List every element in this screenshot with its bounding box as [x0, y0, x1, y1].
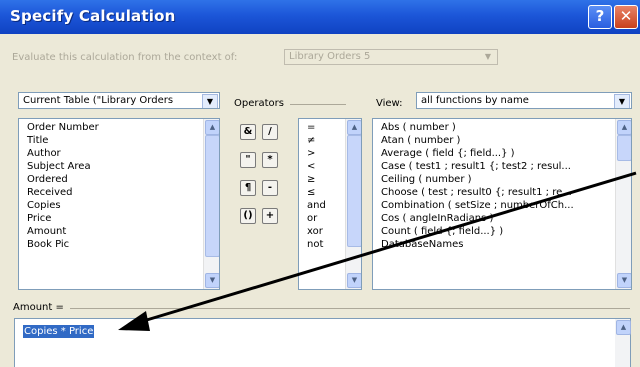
- scroll-up-icon[interactable]: ▲: [347, 120, 361, 135]
- list-item[interactable]: Average ( field {; field...} ): [373, 147, 615, 160]
- scroll-down-icon[interactable]: ▼: [205, 273, 219, 288]
- close-button[interactable]: ✕: [614, 5, 638, 29]
- help-button[interactable]: ?: [588, 5, 612, 29]
- operators-divider: [290, 104, 346, 105]
- context-label: Evaluate this calculation from the conte…: [12, 52, 238, 63]
- list-item[interactable]: Order Number: [19, 121, 203, 134]
- chevron-down-icon[interactable]: ▼: [614, 94, 630, 108]
- scroll-down-icon[interactable]: ▼: [347, 273, 361, 288]
- operator-add-button[interactable]: +: [262, 208, 278, 224]
- list-item[interactable]: Copies: [19, 199, 203, 212]
- formula-label: Amount =: [13, 302, 64, 313]
- functions-scrollbar[interactable]: ▲ ▼: [615, 119, 631, 289]
- list-item[interactable]: ≤: [299, 186, 345, 199]
- operators-list[interactable]: = ≠ > < ≥ ≤ and or xor not ▲ ▼: [298, 118, 362, 290]
- context-row: Evaluate this calculation from the conte…: [12, 49, 498, 65]
- formula-textarea[interactable]: Copies * Price ▲: [14, 318, 631, 367]
- scroll-up-icon[interactable]: ▲: [205, 120, 219, 135]
- list-item[interactable]: <: [299, 160, 345, 173]
- list-item[interactable]: Atan ( number ): [373, 134, 615, 147]
- list-item[interactable]: >: [299, 147, 345, 160]
- context-select: Library Orders 5 ▼: [284, 49, 498, 65]
- operator-quote-button[interactable]: ": [240, 152, 256, 168]
- list-item[interactable]: Case ( test1 ; result1 {; test2 ; resul.…: [373, 160, 615, 173]
- list-item[interactable]: not: [299, 238, 345, 251]
- list-item[interactable]: Amount: [19, 225, 203, 238]
- title-bar[interactable]: Specify Calculation ? ✕: [0, 0, 640, 34]
- chevron-down-icon[interactable]: ▼: [202, 94, 218, 108]
- list-item[interactable]: Price: [19, 212, 203, 225]
- list-item[interactable]: Cos ( angleInRadians ): [373, 212, 615, 225]
- context-select-value: Library Orders 5: [289, 51, 371, 62]
- list-item[interactable]: Abs ( number ): [373, 121, 615, 134]
- list-item[interactable]: Book Pic: [19, 238, 203, 251]
- scroll-thumb[interactable]: [205, 135, 219, 257]
- formula-divider: [70, 308, 630, 309]
- list-item[interactable]: Author: [19, 147, 203, 160]
- functions-list[interactable]: Abs ( number ) Atan ( number ) Average (…: [372, 118, 632, 290]
- list-item[interactable]: Ordered: [19, 173, 203, 186]
- list-item[interactable]: Received: [19, 186, 203, 199]
- list-item[interactable]: Ceiling ( number ): [373, 173, 615, 186]
- list-item[interactable]: Title: [19, 134, 203, 147]
- operator-subtract-button[interactable]: -: [262, 180, 278, 196]
- list-item[interactable]: or: [299, 212, 345, 225]
- operator-parens-button[interactable]: (): [240, 208, 256, 224]
- chevron-down-icon: ▼: [484, 52, 492, 61]
- dialog-title: Specify Calculation: [10, 7, 176, 25]
- operator-concat-button[interactable]: &: [240, 124, 256, 140]
- operator-divide-button[interactable]: /: [262, 124, 278, 140]
- operators-label: Operators: [234, 98, 284, 109]
- fields-scrollbar[interactable]: ▲ ▼: [203, 119, 219, 289]
- list-item[interactable]: Subject Area: [19, 160, 203, 173]
- specify-calculation-dialog: Specify Calculation ? ✕ Evaluate this ca…: [0, 0, 640, 367]
- list-item[interactable]: =: [299, 121, 345, 134]
- fields-list[interactable]: Order Number Title Author Subject Area O…: [18, 118, 220, 290]
- table-select[interactable]: Current Table ("Library Orders ▼: [18, 92, 220, 109]
- scroll-down-icon[interactable]: ▼: [617, 273, 631, 288]
- list-item[interactable]: Choose ( test ; result0 {; result1 ; re.…: [373, 186, 615, 199]
- operator-multiply-button[interactable]: *: [262, 152, 278, 168]
- view-select-value: all functions by name: [421, 95, 529, 106]
- list-item[interactable]: xor: [299, 225, 345, 238]
- list-item[interactable]: Count ( field {; field...} ): [373, 225, 615, 238]
- scroll-thumb[interactable]: [617, 135, 631, 161]
- list-item[interactable]: DatabaseNames: [373, 238, 615, 251]
- scroll-up-icon[interactable]: ▲: [617, 120, 631, 135]
- scroll-thumb[interactable]: [347, 135, 361, 247]
- list-item[interactable]: ≥: [299, 173, 345, 186]
- list-item[interactable]: and: [299, 199, 345, 212]
- list-item[interactable]: Combination ( setSize ; numberOfCh...: [373, 199, 615, 212]
- table-select-value: Current Table ("Library Orders: [23, 95, 174, 106]
- view-label: View:: [376, 98, 403, 109]
- list-item[interactable]: ≠: [299, 134, 345, 147]
- scroll-up-icon[interactable]: ▲: [616, 320, 631, 335]
- formula-scrollbar[interactable]: ▲: [615, 319, 631, 367]
- view-select[interactable]: all functions by name ▼: [416, 92, 632, 109]
- operators-scrollbar[interactable]: ▲ ▼: [345, 119, 361, 289]
- operator-pilcrow-button[interactable]: ¶: [240, 180, 256, 196]
- formula-text[interactable]: Copies * Price: [23, 325, 95, 338]
